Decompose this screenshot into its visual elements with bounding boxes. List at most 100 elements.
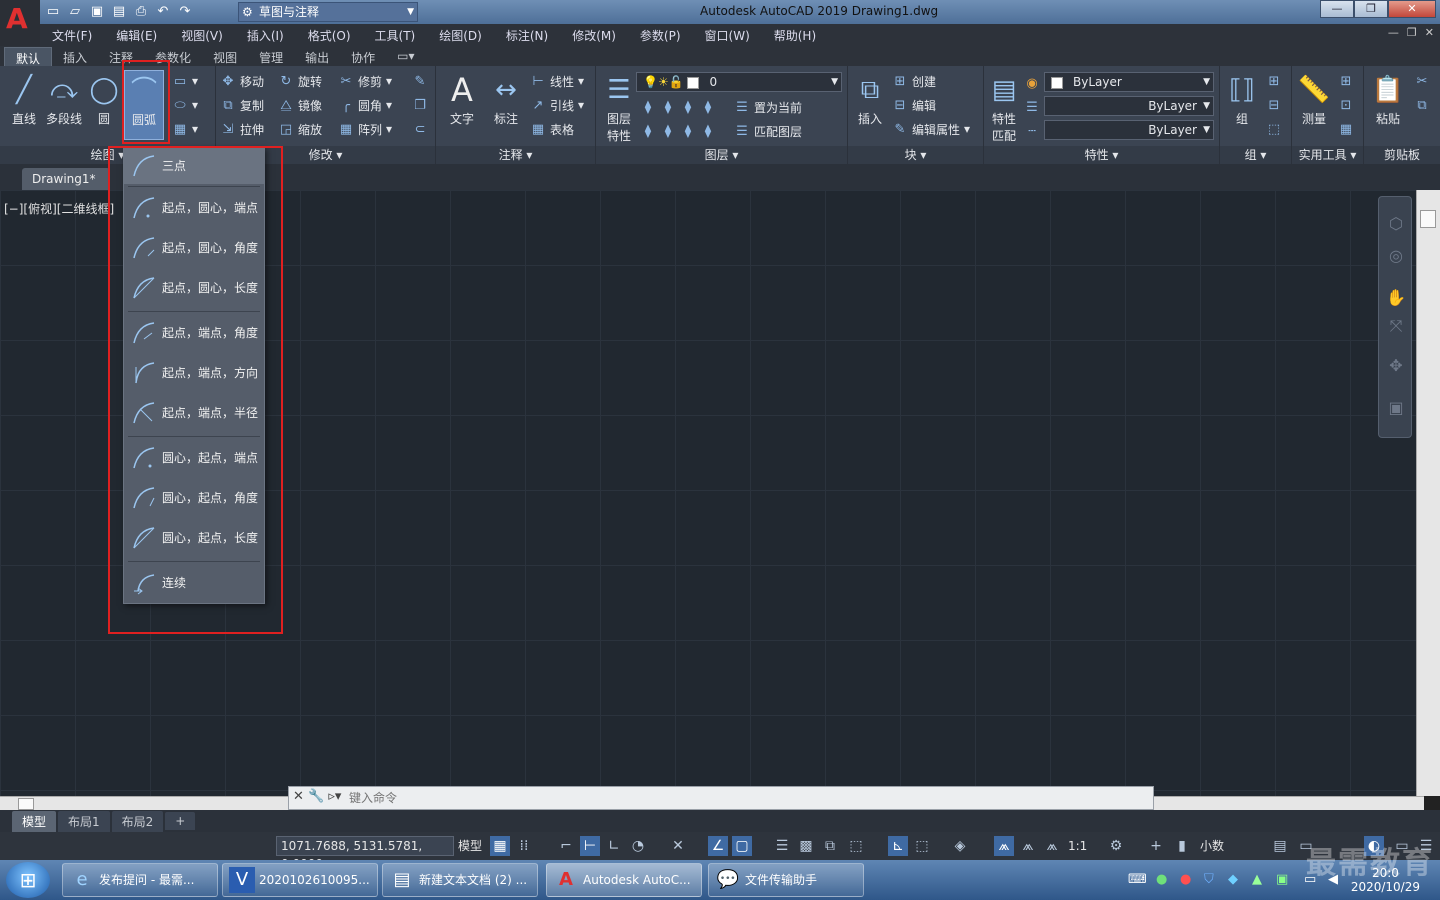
dimension-button[interactable]: ↔ 标注 [486,70,526,140]
copy-button[interactable]: ⧉ 复制 [220,94,264,116]
fillet-button[interactable]: ╭ 圆角 ▾ [338,94,392,116]
arc-option-start-center-end[interactable]: 起点，圆心，端点 [124,190,264,226]
command-input[interactable] [349,790,1129,806]
grid-icon[interactable]: ▦ [490,836,510,856]
maximize-button[interactable]: ❐ [1354,0,1388,18]
arc-option-start-center-length[interactable]: 起点，圆心，长度 [124,270,264,306]
move-button[interactable]: ✥ 移动 [220,70,264,92]
arc-option-center-start-length[interactable]: 圆心，起点，长度 [124,520,264,556]
select-all-button[interactable]: ⊡ [1338,94,1354,116]
text-button[interactable]: A 文字 [442,70,482,140]
polyline-button[interactable]: ⤼ 多段线 [44,70,84,140]
print-icon[interactable]: ⎙ [132,3,150,21]
rotate-button[interactable]: ↻ 旋转 [278,70,322,92]
units-icon[interactable]: ▮ [1172,836,1192,856]
units-value[interactable]: 小数 [1200,836,1224,856]
open-file-icon[interactable]: ▱ [66,3,84,21]
tab-insert[interactable]: 插入 [52,47,98,66]
doc-close-icon[interactable]: ✕ [1425,26,1434,39]
arc-option-three-point[interactable]: 三点 [124,148,264,184]
network-icon[interactable]: ▲ [1252,872,1262,887]
properties-panel-label[interactable]: 特性 ▾ [984,146,1219,164]
taskbar-item-word[interactable]: V 2020102610095... [222,863,378,897]
lineweight-dropdown[interactable]: ByLayer ▼ [1044,96,1214,116]
annotation-panel-label[interactable]: 注释 ▾ [436,146,595,164]
dynamic-ucs-icon[interactable]: ⊾ [888,836,908,856]
vertical-scrollbar[interactable] [1416,190,1440,796]
quick-properties-icon[interactable]: ▤ [1270,836,1290,856]
lineweight-icon[interactable]: ☰ [1024,96,1040,118]
ribbon-options-icon[interactable]: ▭▾ [386,47,425,66]
arc-option-center-start-angle[interactable]: 圆心，起点，角度 [124,480,264,516]
menu-edit[interactable]: 编辑(E) [104,27,169,44]
cut-button[interactable]: ✂ [1414,70,1430,92]
new-file-icon[interactable]: ▭ [44,3,62,21]
quick-select-button[interactable]: ⊞ [1338,70,1354,92]
application-menu-button[interactable]: A [0,0,40,46]
selection-cycling-icon[interactable]: ⧉ [820,836,840,856]
lineweight-toggle-icon[interactable]: ☰ [772,836,792,856]
command-prompt-icon[interactable]: ▹▾ [328,789,341,804]
menu-dimension[interactable]: 标注(N) [494,27,560,44]
array-button[interactable]: ▦ 阵列 ▾ [338,118,392,140]
layers-panel-label[interactable]: 图层 ▾ [596,146,847,164]
layer-tools-row2[interactable]: ⧫ ⧫ ⧫ ⧫ [640,120,716,142]
tab-layout2[interactable]: 布局2 [111,810,164,832]
match-layer-button[interactable]: ☰ 匹配图层 [734,120,802,142]
selection-filter-icon[interactable]: ⬚ [912,836,932,856]
menu-modify[interactable]: 修改(M) [560,27,628,44]
ortho-icon[interactable]: ∟ [604,836,624,856]
stretch-button[interactable]: ⇲ 拉伸 [220,118,264,140]
annotation-monitor-icon[interactable]: + [1146,836,1166,856]
annotation-scale-value[interactable]: 1:1 [1068,836,1087,856]
gizmo-icon[interactable]: ◈ [950,836,970,856]
menu-draw[interactable]: 绘图(D) [427,27,494,44]
close-button[interactable]: ✕ [1388,0,1436,18]
workspace-gear-icon[interactable]: ⚙ [1106,836,1126,856]
redo-icon[interactable]: ↷ [176,3,194,21]
create-block-button[interactable]: ⊞ 创建 [892,70,936,92]
mirror-button[interactable]: ⧋ 镜像 [278,94,322,116]
pan-hand-icon[interactable]: ✋ [1385,287,1407,309]
match-properties-button[interactable]: ▤ 特性 匹配 [984,70,1024,143]
3d-osnap-icon[interactable]: ⬚ [846,836,866,856]
group-select-button[interactable]: ⬚ [1266,118,1282,140]
insert-block-button[interactable]: ⧉ 插入 [850,70,890,140]
isodraft-icon[interactable]: ✕ [668,836,688,856]
group-edit-button[interactable]: ⊟ [1266,94,1282,116]
menu-window[interactable]: 窗口(W) [693,27,762,44]
wechat-tray-icon[interactable]: ● [1156,872,1167,887]
cube-icon[interactable]: ◆ [1228,872,1238,887]
annotation-visibility-icon[interactable]: ⩕ [994,836,1014,856]
explode-button[interactable]: ❐ [412,94,428,116]
hatch-button[interactable]: ▦ ▾ [172,118,198,140]
menu-view[interactable]: 视图(V) [169,27,235,44]
object-snap-tracking-icon[interactable]: ∠ [708,836,728,856]
steering-wheel-icon[interactable]: ◎ [1385,245,1407,267]
minimize-button[interactable]: — [1320,0,1354,18]
layer-properties-button[interactable]: ☰ 图层 特性 [598,70,640,143]
taskbar-item-wechat[interactable]: 💬 文件传输助手 [708,863,864,897]
layer-dropdown[interactable]: 💡☀🔓 0 ▼ [636,72,842,92]
linetype-dropdown[interactable]: ByLayer ▼ [1044,120,1214,140]
ungroup-button[interactable]: ⊞ [1266,70,1282,92]
weibo-icon[interactable]: ● [1180,872,1191,887]
color-dropdown[interactable]: ByLayer ▼ [1044,72,1214,92]
shield-icon[interactable]: ⛉ [1204,872,1214,887]
add-layout-icon[interactable]: + [165,812,196,830]
scale-button[interactable]: ◲ 缩放 [278,118,322,140]
doc-restore-icon[interactable]: ❐ [1407,26,1417,39]
showmotion-icon[interactable]: ▣ [1385,397,1407,419]
set-current-button[interactable]: ☰ 置为当前 [734,96,802,118]
line-button[interactable]: ╱ 直线 [4,70,44,140]
measure-button[interactable]: 📏 测量 [1294,70,1334,140]
menu-file[interactable]: 文件(F) [40,27,104,44]
layer-tools-row1[interactable]: ⧫ ⧫ ⧫ ⧫ [640,96,716,118]
table-button[interactable]: ▦ 表格 [530,118,574,140]
taskbar-item-ie[interactable]: e 发布提问 - 最需... [62,863,218,897]
zoom-extents-icon[interactable]: ⤧ [1385,315,1407,337]
tab-layout1[interactable]: 布局1 [58,810,110,832]
auto-scale-icon[interactable]: ⩕ [1018,836,1038,856]
tab-annotate[interactable]: 注释 [98,47,144,66]
annotation-scale-icon[interactable]: ⩕ [1042,836,1062,856]
